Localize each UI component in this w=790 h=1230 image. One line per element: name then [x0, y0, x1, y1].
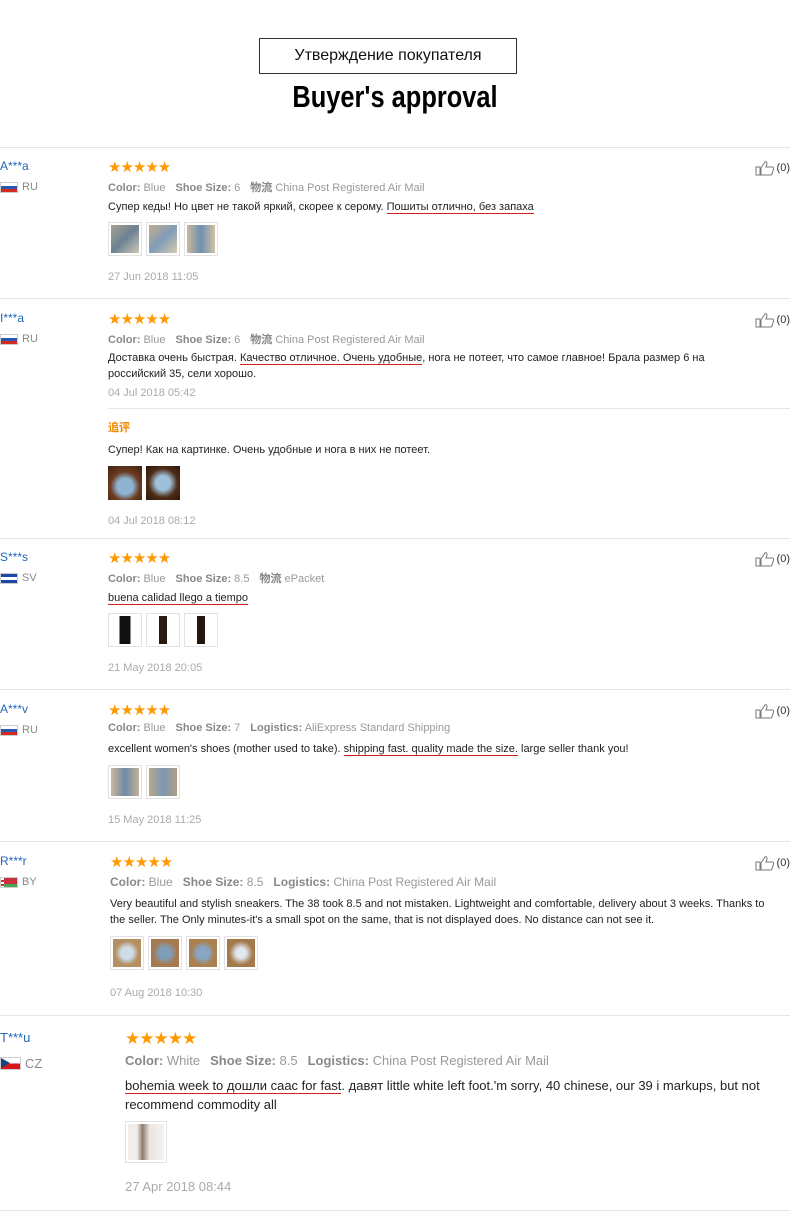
- flag-icon: [0, 1057, 21, 1070]
- star-rating: ★★★★★: [108, 310, 171, 328]
- country-code: RU: [22, 724, 38, 736]
- review-photo-thumb[interactable]: [108, 466, 142, 500]
- reviewer-country: RU: [0, 333, 38, 345]
- review-photos: [108, 222, 218, 256]
- divider: [0, 1210, 790, 1211]
- review-photo-thumb[interactable]: [148, 936, 182, 970]
- review-photos: [125, 1121, 167, 1163]
- review-text: Very beautiful and stylish sneakers. The…: [110, 898, 765, 926]
- header-en-title: Buyer's approval: [292, 79, 498, 114]
- reviewer-name[interactable]: R***r: [0, 854, 27, 868]
- star-rating: ★★★★★: [108, 549, 171, 567]
- review-date: 07 Aug 2018 10:30: [110, 987, 203, 999]
- helpful-count: (0): [776, 705, 790, 717]
- review-text: buena calidad llego a tiempo: [108, 592, 249, 605]
- divider: [0, 689, 790, 690]
- star-rating: ★★★★★: [110, 853, 173, 871]
- review-photo-thumb[interactable]: [184, 613, 218, 647]
- review-date: 04 Jul 2018 05:42: [108, 387, 196, 399]
- followup-divider: [108, 408, 790, 409]
- review-photo-thumb[interactable]: [108, 613, 142, 647]
- reviewer-country: SV: [0, 572, 37, 584]
- helpful-button[interactable]: (0): [755, 312, 790, 328]
- reviewer-country: BY: [0, 876, 37, 888]
- review-text: Доставка очень быстрая. Качество отлично…: [108, 352, 705, 380]
- helpful-button[interactable]: (0): [755, 703, 790, 719]
- review-date: 15 May 2018 11:25: [108, 814, 202, 826]
- review-photo-thumb[interactable]: [186, 936, 220, 970]
- star-rating: ★★★★★: [108, 701, 171, 719]
- helpful-button[interactable]: (0): [755, 551, 790, 567]
- review-meta: Color: Blue Shoe Size: 8.5 物流 ePacket: [108, 573, 325, 585]
- review-photo-thumb[interactable]: [224, 936, 258, 970]
- country-code: RU: [22, 333, 38, 345]
- reviewer-name[interactable]: A***v: [0, 702, 28, 716]
- flag-icon: [0, 724, 18, 736]
- review-photo-thumb[interactable]: [110, 936, 144, 970]
- thumbs-up-icon: [755, 856, 774, 871]
- reviewer-name[interactable]: T***u: [0, 1030, 30, 1045]
- country-code: SV: [22, 572, 37, 584]
- country-code: RU: [22, 181, 38, 193]
- star-rating: ★★★★★: [108, 158, 171, 176]
- review-photo-thumb[interactable]: [108, 765, 142, 799]
- flag-icon: [0, 572, 18, 584]
- review-photo-thumb[interactable]: [184, 222, 218, 256]
- reviewer-country: RU: [0, 724, 38, 736]
- flag-icon: [0, 181, 18, 193]
- reviewer-country: CZ: [0, 1056, 42, 1071]
- followup-date: 04 Jul 2018 08:12: [108, 515, 196, 527]
- review-photos: [108, 765, 180, 799]
- helpful-count: (0): [776, 553, 790, 565]
- helpful-count: (0): [776, 857, 790, 869]
- divider: [0, 538, 790, 539]
- divider: [0, 841, 790, 842]
- helpful-count: (0): [776, 162, 790, 174]
- review-photo-thumb[interactable]: [108, 222, 142, 256]
- review-text: excellent women's shoes (mother used to …: [108, 743, 629, 756]
- review-photos: [110, 936, 258, 970]
- review-photo-thumb[interactable]: [146, 466, 180, 500]
- review-meta: Color: White Shoe Size: 8.5 Logistics: Chi…: [125, 1053, 549, 1068]
- followup-text: Супер! Как на картинке. Очень удобные и …: [108, 444, 431, 456]
- review-text: Супер кеды! Но цвет не такой яркий, скор…: [108, 201, 534, 214]
- reviewer-name[interactable]: S***s: [0, 550, 28, 564]
- helpful-button[interactable]: (0): [755, 160, 790, 176]
- review-date: 27 Apr 2018 08:44: [125, 1179, 232, 1194]
- divider: [0, 147, 790, 148]
- review-photo-thumb[interactable]: [146, 765, 180, 799]
- review-photo-thumb[interactable]: [125, 1121, 167, 1163]
- header-ru-title-box: Утверждение покупателя: [259, 38, 517, 74]
- thumbs-up-icon: [755, 704, 774, 719]
- helpful-count: (0): [776, 314, 790, 326]
- thumbs-up-icon: [755, 552, 774, 567]
- review-date: 27 Jun 2018 11:05: [108, 271, 199, 283]
- reviewer-country: RU: [0, 181, 38, 193]
- country-code: BY: [22, 876, 37, 888]
- review-meta: Color: Blue Shoe Size: 6 物流 China Post Reg…: [108, 334, 425, 346]
- review-meta: Color: Blue Shoe Size: 7 Logistics: AliExp…: [108, 722, 451, 734]
- review-photo-thumb[interactable]: [146, 613, 180, 647]
- flag-icon: [0, 333, 18, 345]
- header-ru-title: Утверждение покупателя: [294, 47, 482, 64]
- reviewer-name[interactable]: A***a: [0, 159, 29, 173]
- review-text: bohemia week to дошли саас for fast. дав…: [125, 1078, 760, 1112]
- helpful-button[interactable]: (0): [755, 855, 790, 871]
- country-code: CZ: [25, 1056, 43, 1071]
- review-photo-thumb[interactable]: [146, 222, 180, 256]
- thumbs-up-icon: [755, 161, 774, 176]
- review-meta: Color: Blue Shoe Size: 6 物流 China Post Reg…: [108, 182, 425, 194]
- thumbs-up-icon: [755, 313, 774, 328]
- flag-icon: [0, 876, 18, 888]
- followup-photos: [108, 466, 180, 500]
- reviewer-name[interactable]: I***a: [0, 311, 24, 325]
- review-date: 21 May 2018 20:05: [108, 662, 203, 674]
- review-meta: Color: Blue Shoe Size: 8.5 Logistics: Chin…: [110, 875, 497, 889]
- star-rating: ★★★★★: [125, 1029, 197, 1049]
- followup-label: 追评: [108, 421, 130, 434]
- divider: [0, 1015, 790, 1016]
- divider: [0, 298, 790, 299]
- review-photos: [108, 613, 218, 647]
